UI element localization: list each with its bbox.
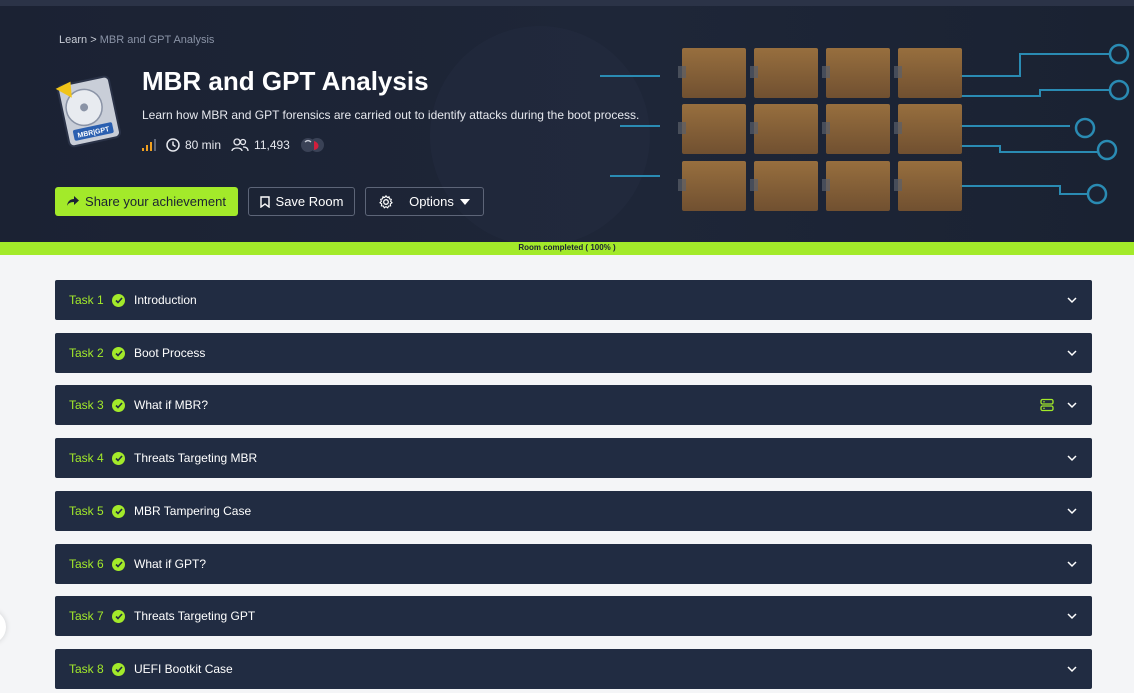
task-row-4[interactable]: Task 4 Threats Targeting MBR [55,438,1092,478]
bookmark-icon [259,195,270,208]
save-button-label: Save Room [275,194,344,209]
share-button-label: Share your achievement [85,194,226,209]
task-title: UEFI Bootkit Case [134,662,233,676]
room-user-count: 11,493 [254,138,290,152]
task-number: Task 3 [69,398,104,412]
room-meta: 80 min 11,493 [142,137,326,153]
room-duration: 80 min [185,138,222,152]
check-circle-icon [112,662,125,676]
hard-drive-icon: MBR|GPT [55,75,121,148]
gear-icon [379,194,393,209]
task-title: MBR Tampering Case [134,504,252,518]
task-title: Boot Process [134,346,206,360]
task-title: Introduction [134,293,197,307]
options-button-label: Options [409,194,454,209]
task-title: Threats Targeting GPT [134,609,256,623]
share-achievement-button[interactable]: Share your achievement [55,187,238,216]
task-number: Task 4 [69,451,104,465]
task-number: Task 6 [69,557,104,571]
check-circle-icon [112,609,125,623]
check-circle-icon [112,346,125,360]
task-row-3[interactable]: Task 3 What if MBR? [55,385,1092,425]
server-icon [1040,398,1054,412]
save-room-button[interactable]: Save Room [248,187,355,216]
chevron-down-icon[interactable] [1066,347,1078,359]
difficulty-icon [142,139,156,151]
share-icon [67,196,80,206]
task-number: Task 2 [69,346,104,360]
task-title: What if GPT? [134,557,207,571]
caret-down-icon [459,198,470,205]
chevron-down-icon[interactable] [1066,558,1078,570]
task-title: Threats Targeting MBR [134,451,258,465]
task-row-6[interactable]: Task 6 What if GPT? [55,544,1092,584]
breadcrumb: Learn > MBR and GPT Analysis [59,34,214,46]
breadcrumb-current: MBR and GPT Analysis [99,34,215,46]
task-row-5[interactable]: Task 5 MBR Tampering Case [55,491,1092,531]
task-number: Task 1 [69,293,104,307]
room-title: MBR and GPT Analysis [142,66,429,96]
clock-icon [166,138,180,152]
room-hero: Learn > MBR and GPT Analysis MBR|GPT MBR… [0,6,1134,242]
breadcrumb-learn-link[interactable]: Learn [59,34,87,46]
chevron-down-icon[interactable] [1066,452,1078,464]
check-circle-icon [112,557,125,571]
chevron-down-icon[interactable] [1066,505,1078,517]
room-progress-bar: Room completed ( 100% ) [0,242,1134,255]
users-icon [231,138,249,152]
check-circle-icon [112,293,125,307]
check-circle-icon [112,398,125,412]
task-title: What if MBR? [134,398,209,412]
task-number: Task 5 [69,504,104,518]
chevron-down-icon[interactable] [1066,610,1078,622]
task-number: Task 8 [69,662,104,676]
progress-label: Room completed ( 100% ) [518,243,616,252]
streak-badge-icon[interactable] [300,137,326,153]
breadcrumb-separator: > [90,34,97,46]
task-number: Task 7 [69,609,104,623]
chevron-down-icon[interactable] [1066,294,1078,306]
chevron-down-icon[interactable] [1066,399,1078,411]
task-row-2[interactable]: Task 2 Boot Process [55,333,1092,373]
floating-side-tab[interactable] [0,610,6,644]
check-circle-icon [112,451,125,465]
options-dropdown-button[interactable]: Options [365,187,484,216]
task-row-7[interactable]: Task 7 Threats Targeting GPT [55,596,1092,636]
task-row-1[interactable]: Task 1 Introduction [55,280,1092,320]
chevron-down-icon[interactable] [1066,663,1078,675]
room-description: Learn how MBR and GPT forensics are carr… [142,108,640,122]
task-row-8[interactable]: Task 8 UEFI Bootkit Case [55,649,1092,689]
check-circle-icon [112,504,125,518]
